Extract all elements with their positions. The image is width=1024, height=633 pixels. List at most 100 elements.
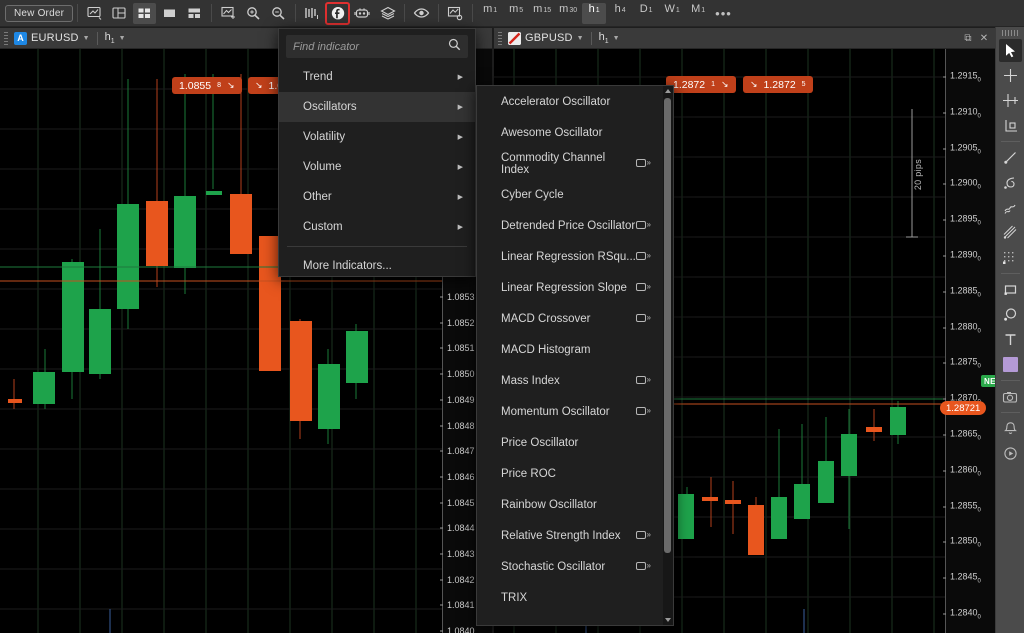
camera-icon[interactable] (999, 385, 1022, 408)
new-chart-icon[interactable] (217, 3, 240, 24)
scrollbar-thumb[interactable] (664, 98, 671, 553)
oscillator-item[interactable]: Commodity Channel Index » (477, 148, 663, 179)
submenu-scrollbar[interactable] (663, 86, 673, 625)
timeframe-h1[interactable]: h1 (582, 2, 607, 24)
toolbar-grip[interactable] (1002, 30, 1018, 36)
crosshair-icon[interactable] (999, 64, 1022, 87)
chevron-down-icon[interactable]: ▼ (119, 35, 126, 42)
crosshair-sync-icon[interactable] (999, 89, 1022, 112)
menu-item-other[interactable]: Other ▶ (279, 182, 475, 212)
chart-timeframe[interactable]: h1 (599, 31, 609, 45)
indicators-icon[interactable] (325, 1, 351, 25)
three-pane-layout-icon[interactable] (183, 3, 206, 24)
alert-icon[interactable]: » (636, 561, 651, 572)
drag-handle[interactable] (4, 31, 8, 45)
alert-icon[interactable]: » (636, 375, 651, 386)
bid-quote-gbpusd[interactable]: 1.2872 1 ↘ (666, 76, 736, 93)
close-button[interactable]: ✕ (977, 31, 991, 45)
new-order-button[interactable]: New Order (5, 4, 74, 22)
oscillator-item[interactable]: Price ROC (477, 458, 663, 489)
timeframe-m15[interactable]: m 15 (530, 3, 554, 24)
oscillator-item[interactable]: MACD Crossover » (477, 303, 663, 334)
oscillator-item[interactable]: Accelerator Oscillator (477, 86, 663, 117)
rectangle-icon[interactable] (999, 278, 1022, 301)
alert-icon[interactable]: » (636, 530, 651, 541)
ask-quote-gbpusd[interactable]: ↘ 1.2872 5 (743, 76, 813, 93)
robot-icon[interactable] (351, 3, 374, 24)
timeframe-m5[interactable]: m5 (504, 3, 528, 24)
scroll-down-arrow-icon[interactable] (665, 618, 671, 622)
timeframe-m1[interactable]: m1 (478, 3, 502, 24)
menu-item-custom[interactable]: Custom ▶ (279, 212, 475, 242)
chevron-down-icon[interactable]: ▼ (83, 35, 90, 42)
text-icon[interactable] (999, 328, 1022, 351)
oscillator-item[interactable]: Cyber Cycle (477, 179, 663, 210)
color-swatch[interactable] (999, 353, 1022, 376)
fork-icon[interactable] (999, 221, 1022, 244)
chevron-down-icon[interactable]: ▼ (577, 35, 584, 42)
oscillator-item[interactable]: MACD Histogram (477, 334, 663, 365)
price-axis-gbpusd[interactable]: 1.29150 1.29100 1.29050 1.29000 1.28950 1.289… (940, 49, 995, 633)
alert-icon[interactable]: » (636, 251, 651, 262)
dot-grid-icon[interactable] (999, 246, 1022, 269)
oscillator-item[interactable]: Stochastic Oscillator » (477, 551, 663, 582)
timeframe-D1[interactable]: D1 (634, 3, 658, 24)
split-layout-icon[interactable] (108, 3, 131, 24)
maximize-button[interactable]: ⧉ (961, 31, 975, 45)
oscillator-item[interactable]: Linear Regression Slope » (477, 272, 663, 303)
search-icon[interactable] (448, 38, 461, 56)
anchor-icon[interactable] (999, 114, 1022, 137)
symbol-name[interactable]: GBPUSD (525, 32, 573, 44)
alert-icon[interactable]: » (636, 220, 651, 231)
timeframe-W1[interactable]: W1 (660, 3, 684, 24)
timeframe-m30[interactable]: m 30 (556, 3, 580, 24)
menu-item-trend[interactable]: Trend ▶ (279, 62, 475, 92)
fibonacci-icon[interactable] (999, 171, 1022, 194)
axis-tick-mark (440, 296, 443, 298)
chart-window-icon[interactable] (83, 3, 106, 24)
menu-item-oscillators[interactable]: Oscillators ▶ (279, 92, 475, 122)
trend-line-icon[interactable] (999, 146, 1022, 169)
timeframe-h4[interactable]: h4 (608, 3, 632, 24)
alert-icon[interactable]: » (636, 313, 651, 324)
oscillator-item[interactable]: Linear Regression RSqu...» (477, 241, 663, 272)
oscillator-item-label: Linear Regression RSqu... (501, 250, 636, 263)
grid-4-layout-icon[interactable] (133, 2, 157, 24)
timeframe-M1[interactable]: M1 (686, 3, 710, 24)
single-layout-icon[interactable] (158, 3, 181, 24)
oscillator-item[interactable]: Mass Index » (477, 365, 663, 396)
chart-type-icon[interactable] (301, 3, 324, 24)
elliott-wave-icon[interactable] (999, 196, 1022, 219)
layers-icon[interactable] (376, 3, 399, 24)
menu-item-volume[interactable]: Volume ▶ (279, 152, 475, 182)
chart-timeframe[interactable]: h1 (105, 31, 115, 45)
alert-bell-icon[interactable] (999, 417, 1022, 440)
alert-icon[interactable]: » (636, 158, 651, 169)
ellipse-icon[interactable] (999, 303, 1022, 326)
oscillator-item[interactable]: Detrended Price Oscillator» (477, 210, 663, 241)
alert-icon[interactable]: » (636, 282, 651, 293)
oscillator-item[interactable]: TRIX (477, 582, 663, 613)
indicator-search-row[interactable] (286, 35, 468, 58)
zoom-out-icon[interactable] (267, 3, 290, 24)
alert-icon[interactable]: » (636, 406, 651, 417)
oscillator-item[interactable]: Relative Strength Index » (477, 520, 663, 551)
drag-handle[interactable] (498, 31, 502, 45)
template-icon[interactable] (444, 3, 467, 24)
symbol-name[interactable]: EURUSD (31, 32, 79, 44)
menu-item-volatility[interactable]: Volatility ▶ (279, 122, 475, 152)
oscillator-item[interactable]: Rainbow Oscillator (477, 489, 663, 520)
chevron-down-icon[interactable]: ▼ (613, 35, 620, 42)
oscillator-item[interactable]: Awesome Oscillator (477, 117, 663, 148)
more-indicators-item[interactable]: More Indicators... (279, 251, 475, 281)
scroll-up-arrow-icon[interactable] (665, 89, 671, 93)
oscillator-item[interactable]: Momentum Oscillator » (477, 396, 663, 427)
bid-quote-eurusd[interactable]: 1.0855 8 ↘ (172, 77, 242, 94)
oscillator-item[interactable]: Price Oscillator (477, 427, 663, 458)
visibility-icon[interactable] (410, 3, 433, 24)
more-timeframes-button[interactable]: ••• (711, 6, 736, 21)
search-input[interactable] (293, 40, 448, 53)
playback-icon[interactable] (999, 442, 1022, 465)
zoom-in-icon[interactable] (242, 3, 265, 24)
cursor-icon[interactable] (998, 39, 1022, 62)
